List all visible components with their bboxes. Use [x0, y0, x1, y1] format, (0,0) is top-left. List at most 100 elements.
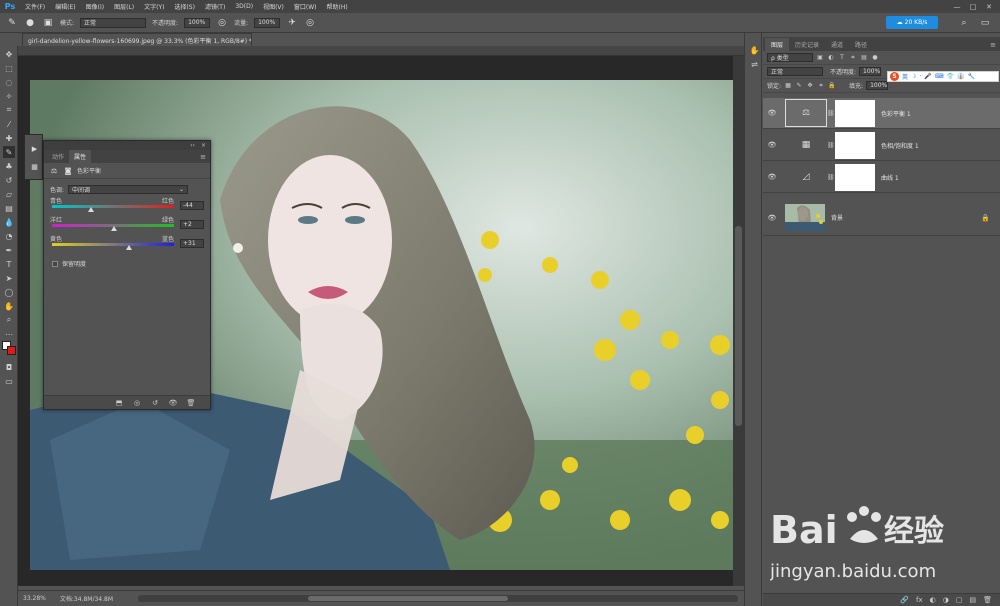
tab-actions[interactable]: 动作 [47, 150, 69, 163]
blend-mode-select[interactable]: 正常 [767, 67, 823, 76]
flow-field[interactable]: 100% [254, 17, 281, 28]
mode-select[interactable]: 正常 [80, 17, 147, 28]
type-tool-icon[interactable]: T [3, 258, 15, 270]
delete-layer-icon[interactable]: 🗑 [983, 596, 992, 604]
healing-brush-tool-icon[interactable]: ✚ [3, 132, 15, 144]
menu-image[interactable]: 图像(I) [81, 2, 109, 11]
skin-icon[interactable]: 👕 [946, 73, 953, 80]
layer-name[interactable]: 曲线 1 [881, 173, 899, 182]
workspace-icon[interactable]: ▭ [978, 16, 992, 30]
tab-layers[interactable]: 图层 [765, 38, 790, 51]
lock-transparent-icon[interactable]: ▦ [784, 82, 792, 90]
zoom-tool-icon[interactable]: ⌕ [3, 314, 15, 326]
panel-menu-icon[interactable]: ≡ [196, 153, 210, 163]
gradient-tool-icon[interactable]: ▤ [3, 202, 15, 214]
layer-mask-thumbnail[interactable] [835, 131, 875, 159]
visibility-eye-icon[interactable]: 👁 [765, 214, 779, 222]
tab-channels[interactable]: 通道 [825, 38, 849, 51]
document-info[interactable]: 文档:34.8M/34.8M [60, 594, 113, 603]
quick-select-tool-icon[interactable]: ✧ [3, 90, 15, 102]
keyboard-icon[interactable]: ⌨ [935, 73, 944, 80]
menu-select[interactable]: 选择(S) [169, 2, 200, 11]
eyedropper-tool-icon[interactable]: ⁄ [3, 118, 15, 130]
visibility-icon[interactable]: 👁 [168, 399, 178, 407]
document-tab[interactable]: girl-dandelion-yellow-flowers-160699.jpe… [22, 33, 252, 46]
eraser-tool-icon[interactable]: ▱ [3, 188, 15, 200]
lock-artboard-icon[interactable]: ⌗ [817, 82, 825, 90]
brush-size-icon[interactable]: ● [24, 17, 36, 29]
collapse-panel-icon[interactable]: ‹‹ [190, 142, 195, 149]
layer-name[interactable]: 背景 [831, 213, 843, 222]
filter-shape-icon[interactable]: ⌗ [849, 54, 857, 62]
slider-value-field[interactable]: -44 [180, 201, 204, 210]
brush-tool-icon[interactable]: ✎ [3, 146, 15, 158]
new-group-icon[interactable]: ▢ [956, 596, 963, 604]
pressure-size-icon[interactable]: ◎ [304, 17, 316, 29]
airbrush-icon[interactable]: ✈ [286, 17, 298, 29]
filter-toggle-icon[interactable]: ● [871, 54, 879, 62]
slider-value-field[interactable]: +2 [180, 220, 204, 229]
menu-file[interactable]: 文件(F) [20, 2, 50, 11]
new-adjustment-icon[interactable]: ◑ [943, 596, 949, 604]
lasso-tool-icon[interactable]: ◌ [3, 76, 15, 88]
punctuation-icon[interactable]: · [919, 73, 921, 80]
filter-type-icon[interactable]: T [838, 54, 846, 62]
screen-mode-icon[interactable]: ▭ [3, 375, 15, 387]
slider-thumb[interactable] [111, 226, 118, 231]
opacity-field[interactable]: 100% [184, 17, 211, 28]
layer-style-icon[interactable]: fx [916, 596, 923, 604]
canvas-vertical-scrollbar[interactable] [733, 56, 744, 586]
dodge-tool-icon[interactable]: ◔ [3, 230, 15, 242]
move-tool-icon[interactable]: ✥ [3, 48, 15, 60]
sogou-logo-icon[interactable]: S [890, 72, 899, 81]
link-layers-icon[interactable]: 🔗 [900, 596, 909, 604]
layer-hue-saturation[interactable]: 👁 ▦ ⛓ 色相/饱和度 1 [763, 130, 1000, 161]
minimize-button[interactable]: — [950, 2, 964, 12]
menu-layer[interactable]: 图层(L) [109, 2, 139, 11]
visibility-eye-icon[interactable]: 👁 [765, 173, 779, 181]
layer-name[interactable]: 色彩平衡 1 [881, 109, 911, 118]
filter-pixel-icon[interactable]: ▣ [816, 54, 824, 62]
new-layer-icon[interactable]: ▤ [969, 596, 976, 604]
lock-position-icon[interactable]: ✥ [806, 82, 814, 90]
tab-properties[interactable]: 属性 [69, 150, 92, 163]
brush-tool-preset-icon[interactable]: ✎ [6, 17, 18, 29]
pen-tool-icon[interactable]: ✒ [3, 244, 15, 256]
quick-mask-icon[interactable]: ◘ [3, 361, 15, 373]
menu-edit[interactable]: 编辑(E) [50, 2, 80, 11]
tab-paths[interactable]: 路径 [849, 38, 873, 51]
menu-type[interactable]: 文字(Y) [139, 2, 169, 11]
shape-tool-icon[interactable]: ◯ [3, 286, 15, 298]
history-brush-tool-icon[interactable]: ↺ [3, 174, 15, 186]
marquee-tool-icon[interactable]: ⬚ [3, 62, 15, 74]
visibility-eye-icon[interactable]: 👁 [765, 141, 779, 149]
menu-help[interactable]: 帮助(H) [322, 2, 353, 11]
path-select-tool-icon[interactable]: ➤ [3, 272, 15, 284]
layer-color-balance[interactable]: 👁 ⚖ ⛓ 色彩平衡 1 [763, 98, 1000, 129]
maximize-button[interactable]: □ [966, 2, 980, 12]
hand-tool-icon[interactable]: ✋ [3, 300, 15, 312]
actions-play-icon[interactable]: ▶ [29, 143, 40, 154]
layer-opacity-field[interactable]: 100% [859, 67, 882, 76]
slider-thumb[interactable] [88, 207, 95, 212]
layer-background[interactable]: 👁 背景 🔒 [763, 200, 1000, 236]
layers-menu-icon[interactable]: ≡ [986, 41, 1000, 51]
layer-kind-select[interactable]: ρ 类型 [767, 53, 813, 62]
crop-tool-icon[interactable]: ⌗ [3, 104, 15, 116]
lock-all-icon[interactable]: 🔒 [828, 82, 836, 90]
slider-track[interactable] [52, 243, 174, 246]
menu-window[interactable]: 窗口(W) [289, 2, 322, 11]
layer-mask-thumbnail[interactable] [835, 163, 875, 191]
tone-select[interactable]: 中间调 ⌄ [68, 184, 189, 194]
menu-3d[interactable]: 3D(D) [230, 3, 258, 10]
canvas-scroll-thumb[interactable] [735, 226, 742, 426]
canvas-horizontal-scrollbar[interactable] [138, 595, 738, 602]
layer-curves[interactable]: 👁 ◿ ⛓ 曲线 1 [763, 162, 1000, 193]
wrench-icon[interactable]: 🔧 [967, 73, 974, 80]
reset-icon[interactable]: ↺ [150, 399, 160, 407]
background-color-swatch[interactable] [7, 346, 16, 355]
pressure-opacity-icon[interactable]: ◎ [216, 17, 228, 29]
horizontal-scroll-thumb[interactable] [308, 596, 508, 601]
slider-value-field[interactable]: +31 [180, 239, 204, 248]
clone-stamp-tool-icon[interactable]: ♣ [3, 160, 15, 172]
